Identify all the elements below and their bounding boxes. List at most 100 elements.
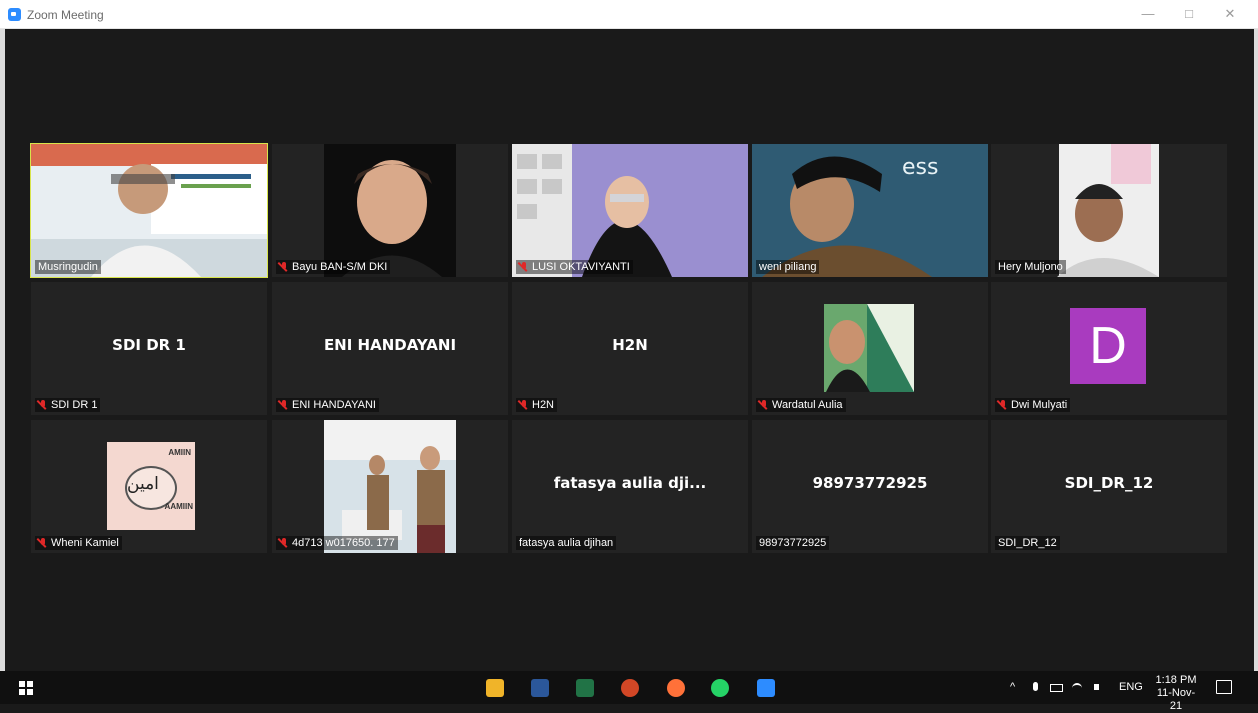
participant-label: 4d713 w017650. 177: [276, 536, 398, 550]
participant-name: 4d713 w017650. 177: [292, 537, 395, 549]
participant-name: SDI_DR_12: [998, 537, 1057, 549]
powerpoint-icon[interactable]: [621, 679, 639, 697]
clock-time: 1:18 PM: [1155, 674, 1197, 686]
participant-label: Hery Muljono: [995, 260, 1066, 274]
video-feed: [991, 144, 1227, 277]
participant-name: ENI HANDAYANI: [292, 399, 376, 411]
clock[interactable]: 1:18 PM 11-Nov-21: [1152, 674, 1200, 713]
left-edge: [0, 29, 5, 671]
participant-label: fatasya aulia djihan: [516, 536, 617, 550]
battery-icon[interactable]: [1050, 671, 1063, 704]
participant-label: LUSI OKTAVIYANTI: [516, 260, 633, 274]
clock-date: 11-Nov-21: [1156, 687, 1196, 712]
participant-tile-9[interactable]: Wardatul Aulia: [752, 282, 988, 415]
participant-tile-3[interactable]: LUSI OKTAVIYANTI: [512, 144, 748, 277]
muted-mic-icon: [279, 399, 289, 411]
participant-tile-13[interactable]: fatasya aulia dji... fatasya aulia djiha…: [512, 420, 748, 553]
close-button[interactable]: ✕: [1213, 2, 1247, 26]
muted-mic-icon: [279, 537, 289, 549]
maximize-button[interactable]: □: [1172, 2, 1206, 26]
word-icon[interactable]: [531, 679, 549, 697]
muted-mic-icon: [519, 399, 529, 411]
avatar-initial: D: [1070, 308, 1146, 384]
participant-name: weni piliang: [759, 261, 817, 273]
profile-picture: AMIIN امين AAMIIN: [107, 442, 195, 530]
participant-name: 98973772925: [759, 537, 827, 549]
profile-picture: [324, 420, 456, 553]
volume-icon[interactable]: [1094, 671, 1108, 704]
zoom-app-icon: [8, 8, 21, 21]
wifi-icon[interactable]: [1072, 671, 1084, 704]
whatsapp-icon[interactable]: [711, 679, 729, 697]
muted-mic-icon: [279, 261, 289, 273]
participant-tile-7[interactable]: ENI HANDAYANI ENI HANDAYANI: [272, 282, 508, 415]
muted-mic-icon: [759, 399, 769, 411]
participant-label: SDI_DR_12: [995, 536, 1060, 550]
action-center-icon[interactable]: [1216, 680, 1232, 694]
participant-name: SDI DR 1: [51, 399, 98, 411]
windows-start-icon[interactable]: [19, 681, 33, 695]
participant-tile-5[interactable]: Hery Muljono: [991, 144, 1227, 277]
participant-tile-15[interactable]: SDI_DR_12 SDI_DR_12: [991, 420, 1227, 553]
profile-picture: [824, 304, 914, 392]
video-feed: [512, 144, 748, 277]
video-feed: [31, 144, 267, 277]
participant-label: Wardatul Aulia: [756, 398, 846, 412]
microphone-icon[interactable]: [1032, 671, 1040, 704]
participant-tile-12[interactable]: 4d713 w017650. 177: [272, 420, 508, 553]
participant-label: weni piliang: [756, 260, 820, 274]
participant-label: 98973772925: [756, 536, 830, 550]
participant-label: H2N: [516, 398, 558, 412]
participant-name: Wheni Kamiel: [51, 537, 119, 549]
participant-display-name: H2N: [612, 336, 648, 354]
window-title: Zoom Meeting: [27, 8, 104, 22]
participant-name: Dwi Mulyati: [1011, 399, 1068, 411]
gallery-view: Musringudin Bayu BAN-S/M DKI LUSI OKTAVI…: [0, 29, 1258, 671]
participant-name: Bayu BAN-S/M DKI: [292, 261, 388, 273]
participant-label: Bayu BAN-S/M DKI: [276, 260, 391, 274]
right-edge: [1254, 29, 1258, 671]
taskbar: ^ ENG 1:18 PM 11-Nov-21: [0, 671, 1258, 712]
svg-text:ess: ess: [902, 155, 938, 180]
language-indicator[interactable]: ENG: [1119, 671, 1143, 704]
participant-name: Hery Muljono: [998, 261, 1063, 273]
video-feed: ess: [752, 144, 988, 277]
participant-name: H2N: [532, 399, 555, 411]
participant-name: Musringudin: [38, 261, 98, 273]
amiin-bottom-text: AAMIIN: [164, 502, 193, 511]
participant-tile-6[interactable]: SDI DR 1 SDI DR 1: [31, 282, 267, 415]
muted-mic-icon: [38, 399, 48, 411]
participant-tile-2[interactable]: Bayu BAN-S/M DKI: [272, 144, 508, 277]
muted-mic-icon: [38, 537, 48, 549]
participant-display-name: 98973772925: [812, 474, 928, 492]
participant-tile-1[interactable]: Musringudin: [30, 143, 268, 278]
participant-display-name: SDI DR 1: [112, 336, 186, 354]
show-hidden-icons-chevron[interactable]: ^: [1010, 671, 1015, 704]
participant-tile-14[interactable]: 98973772925 98973772925: [752, 420, 988, 553]
muted-mic-icon: [519, 261, 529, 273]
participant-label: Musringudin: [35, 260, 101, 274]
participant-display-name: SDI_DR_12: [1064, 474, 1154, 492]
participant-name: Wardatul Aulia: [772, 399, 843, 411]
participant-name: LUSI OKTAVIYANTI: [532, 261, 630, 273]
amiin-arabic-text: امين: [127, 474, 159, 494]
participant-display-name: fatasya aulia dji...: [553, 474, 707, 492]
video-feed: [272, 144, 508, 277]
minimize-button[interactable]: —: [1131, 2, 1165, 26]
muted-mic-icon: [998, 399, 1008, 411]
participant-display-name: ENI HANDAYANI: [323, 336, 457, 354]
zoom-taskbar-icon[interactable]: [757, 679, 775, 697]
participant-tile-10[interactable]: D Dwi Mulyati: [991, 282, 1227, 415]
participant-tile-8[interactable]: H2N H2N: [512, 282, 748, 415]
participant-name: fatasya aulia djihan: [519, 537, 614, 549]
excel-icon[interactable]: [576, 679, 594, 697]
participant-tile-11[interactable]: AMIIN امين AAMIIN Wheni Kamiel: [31, 420, 267, 553]
participant-label: SDI DR 1: [35, 398, 101, 412]
firefox-icon[interactable]: [667, 679, 685, 697]
file-explorer-icon[interactable]: [486, 679, 504, 697]
participant-label: ENI HANDAYANI: [276, 398, 379, 412]
amiin-top-text: AMIIN: [168, 448, 191, 457]
participant-tile-4[interactable]: ess weni piliang: [752, 144, 988, 277]
participant-label: Dwi Mulyati: [995, 398, 1071, 412]
window-titlebar: Zoom Meeting — □ ✕: [0, 0, 1258, 29]
